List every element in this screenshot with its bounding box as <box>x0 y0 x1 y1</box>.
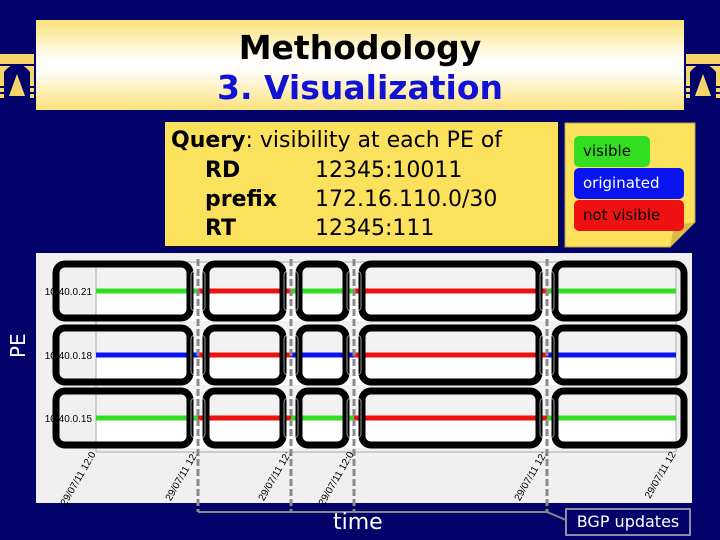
x-axis-label: time <box>333 510 383 535</box>
time-tick-label: 29/07/11 12: <box>164 450 201 503</box>
y-axis-label: PE <box>6 333 30 358</box>
callout-pointer <box>546 511 567 521</box>
bgp-updates-callout: BGP updates <box>565 508 691 536</box>
time-tick-label: 29/07/11 12:0 <box>59 450 99 508</box>
visibility-timeline-chart: 10.40.0.21 10.40.0.18 10.40.0.15 29/07/11 1… <box>45 259 688 521</box>
time-tick-label: 29/07/11 12: <box>257 450 294 503</box>
time-tick-label: 29/07/11 12:0 <box>317 450 357 508</box>
pe-tick-label: 10.40.0.15 <box>45 414 93 425</box>
time-tick-label: 29/07/11 12: <box>513 450 550 503</box>
time-tick-label: 29/07/11 12 <box>643 450 679 501</box>
pe-tick-label: 10.40.0.18 <box>45 351 93 362</box>
pe-tick-label: 10.40.0.21 <box>45 287 93 298</box>
